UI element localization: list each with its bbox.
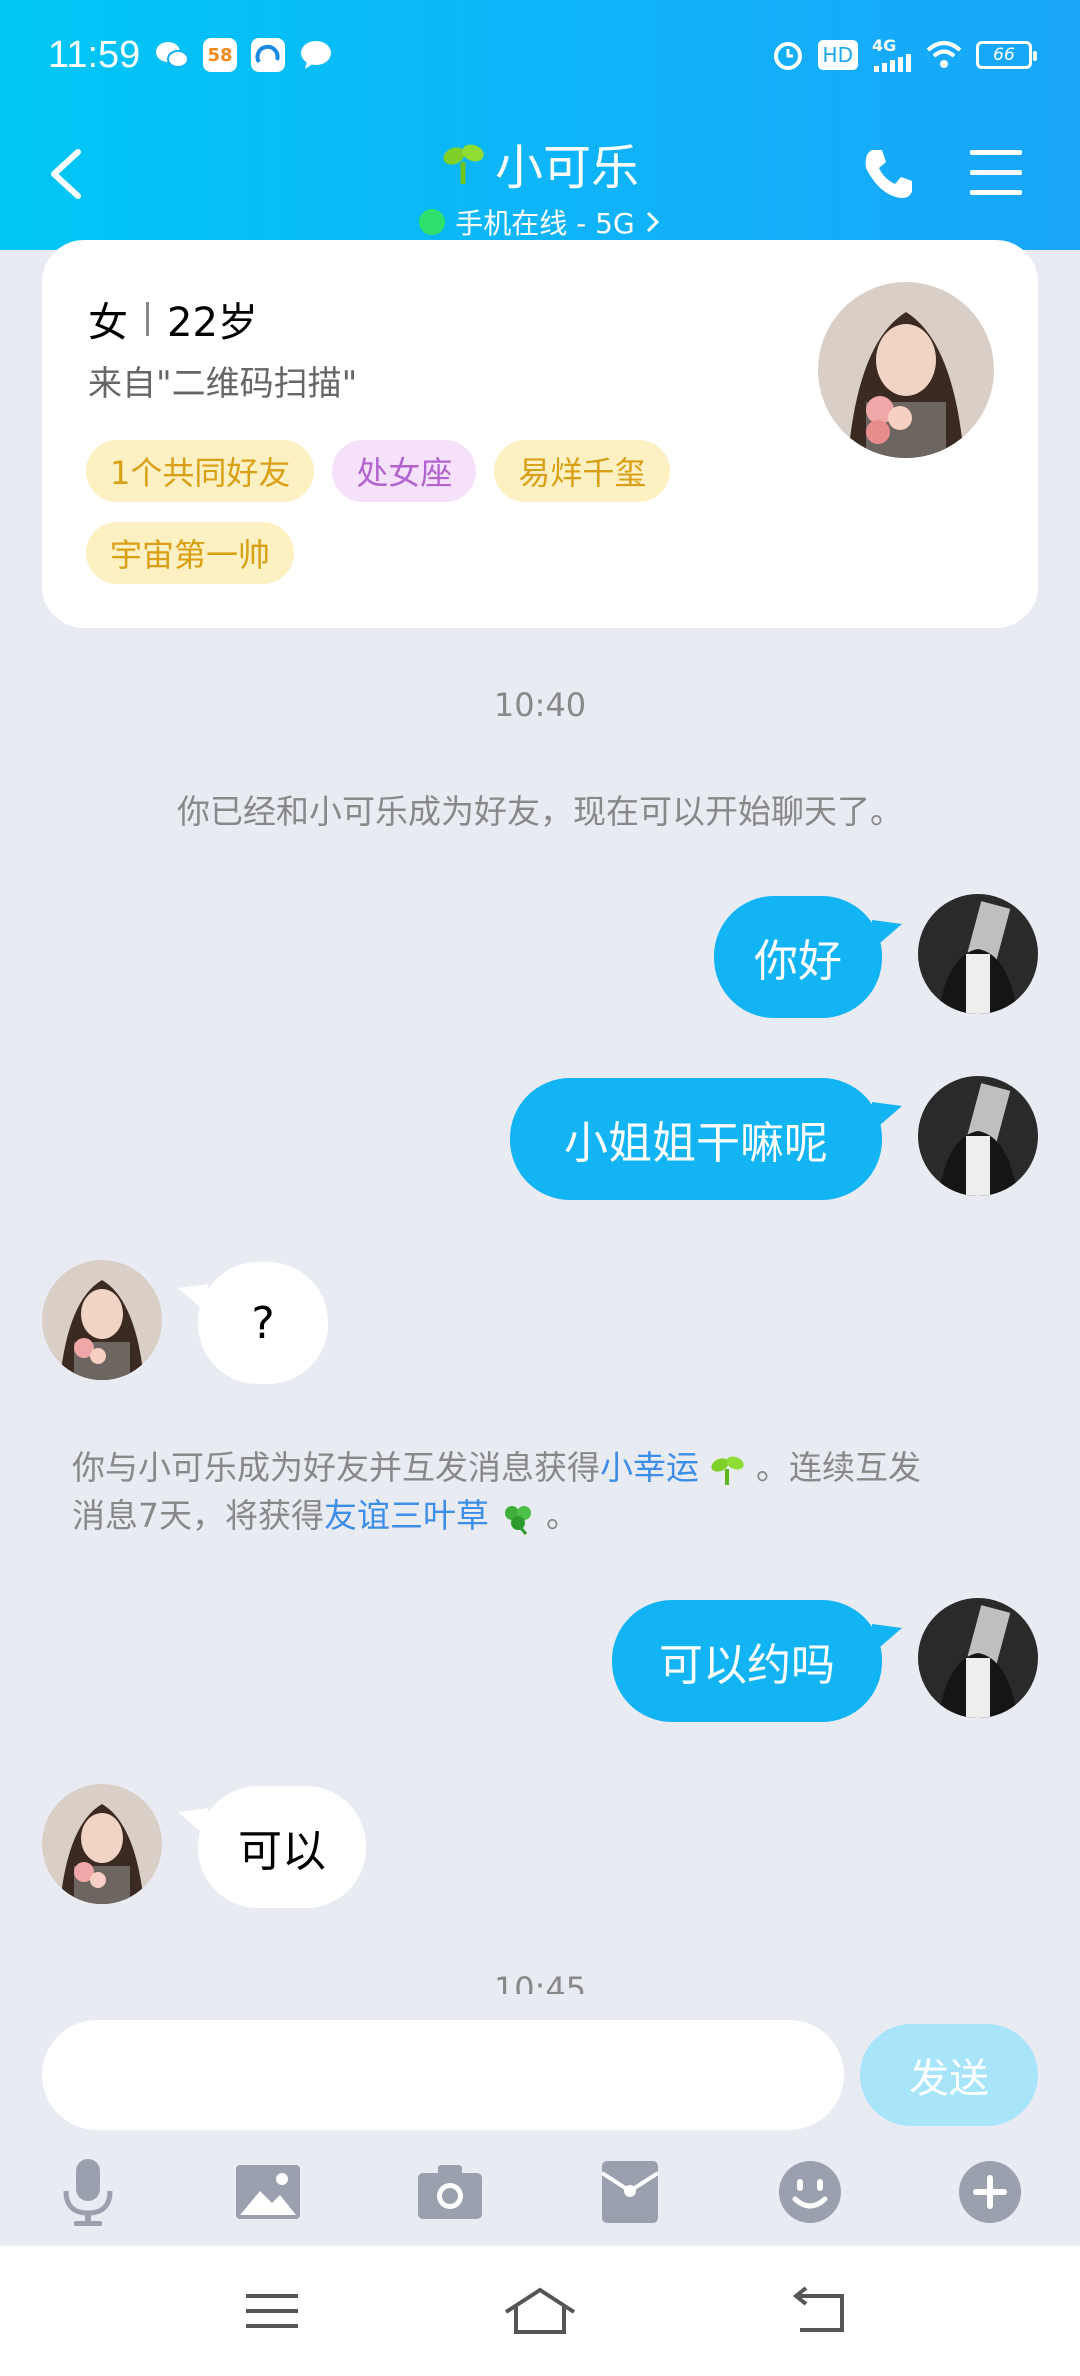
- wifi-icon: [926, 38, 962, 72]
- incoming-message[interactable]: ?: [198, 1262, 328, 1384]
- nav-back-button[interactable]: [782, 2276, 862, 2346]
- input-bar: 发送: [0, 1996, 1080, 2246]
- red-packet-icon: [600, 2161, 660, 2223]
- plus-icon: [959, 2161, 1021, 2223]
- camera-button[interactable]: [410, 2152, 490, 2232]
- lucky-link[interactable]: 小幸运: [600, 1448, 699, 1487]
- bubble-tail: [872, 920, 902, 950]
- contact-avatar[interactable]: [42, 1784, 162, 1904]
- bubble-tail: [872, 1624, 902, 1654]
- system-icons: HD 4G 66: [772, 38, 1037, 72]
- reward-text: 你与小可乐成为好友并互发消息获得: [72, 1448, 600, 1487]
- tag-mutual-friends[interactable]: 1个共同好友: [86, 440, 315, 502]
- alarm-icon: [772, 38, 804, 72]
- reward-text: 消息7天，将获得: [72, 1496, 324, 1535]
- age: 22岁: [167, 300, 258, 346]
- chat-header: 11:59 58 HD 4G 66 小可乐 手机在线 - 5G: [0, 0, 1080, 250]
- nav-menu-button[interactable]: [232, 2276, 312, 2346]
- reward-text: 。连续互发: [756, 1448, 921, 1487]
- tag-interest[interactable]: 易烊千玺: [494, 440, 671, 502]
- gender: 女: [88, 300, 128, 346]
- camera-icon: [418, 2165, 482, 2219]
- image-icon: [236, 2165, 300, 2219]
- chevron-right-icon: [646, 211, 659, 233]
- call-button[interactable]: [860, 146, 916, 202]
- microphone-icon: [63, 2159, 113, 2226]
- sprout-icon: [710, 1456, 744, 1485]
- menu-button[interactable]: [968, 148, 1024, 198]
- voice-button[interactable]: [48, 2152, 128, 2232]
- divider: [146, 302, 149, 336]
- online-status: 手机在线 - 5G: [0, 202, 1080, 242]
- 58-app-label: 58: [207, 44, 233, 66]
- status-bar: 11:59 58 HD 4G 66: [0, 0, 1080, 110]
- system-nav-bar: [0, 2246, 1080, 2376]
- battery-icon: 66: [976, 41, 1037, 69]
- sprout-icon: [443, 144, 484, 184]
- red-packet-button[interactable]: [590, 2152, 670, 2232]
- my-avatar[interactable]: [918, 1076, 1038, 1196]
- home-icon: [504, 2287, 576, 2334]
- emoji-button[interactable]: [770, 2152, 850, 2232]
- system-message-new-friend: 你已经和小可乐成为好友，现在可以开始聊天了。: [177, 792, 903, 831]
- notification-icons: 58: [155, 38, 333, 72]
- system-message-reward: 你与小可乐成为好友并互发消息获得小幸运 。连续互发 消息7天，将获得友谊三叶草 …: [72, 1444, 1012, 1540]
- battery-level: 66: [993, 45, 1015, 65]
- clover-icon: [504, 1505, 531, 1535]
- clover-link[interactable]: 友谊三叶草: [324, 1496, 489, 1535]
- menu-icon: [246, 2294, 298, 2328]
- tag-custom[interactable]: 宇宙第一帅: [86, 522, 295, 584]
- online-status-text: 手机在线 - 5G: [455, 207, 635, 240]
- chat-title-area[interactable]: 小可乐 手机在线 - 5G: [0, 128, 1080, 242]
- network-type: 4G: [872, 36, 897, 55]
- emoji-icon: [779, 2161, 841, 2223]
- more-button[interactable]: [950, 2152, 1030, 2232]
- my-avatar[interactable]: [918, 1598, 1038, 1718]
- tag-zodiac[interactable]: 处女座: [332, 440, 477, 502]
- profile-card[interactable]: 女 22岁 来自"二维码扫描" 1个共同好友 处女座 易烊千玺 宇宙第一帅: [42, 240, 1038, 628]
- bubble-tail: [872, 1102, 902, 1132]
- profile-tags: 1个共同好友 处女座 易烊千玺 宇宙第一帅: [86, 440, 806, 584]
- status-time: 11:59: [48, 34, 141, 76]
- gender-age: 女 22岁: [88, 290, 258, 348]
- outgoing-message[interactable]: 小姐姐干嘛呢: [510, 1078, 882, 1200]
- nav-home-button[interactable]: [500, 2276, 580, 2346]
- hd-badge: HD: [817, 40, 858, 70]
- page-title: 小可乐: [494, 140, 639, 196]
- reward-text: 。: [546, 1496, 579, 1535]
- my-avatar[interactable]: [918, 894, 1038, 1014]
- contact-avatar[interactable]: [818, 282, 994, 458]
- signal-icon: 4G: [872, 38, 912, 72]
- phone-icon: [865, 150, 912, 198]
- friend-source: 来自"二维码扫描": [88, 364, 358, 404]
- outgoing-message[interactable]: 可以约吗: [612, 1600, 882, 1722]
- 58-app-icon: 58: [203, 38, 237, 72]
- online-dot-icon: [419, 209, 446, 235]
- image-button[interactable]: [228, 2152, 308, 2232]
- input-toolbar: [0, 2152, 1080, 2232]
- browser-icon: [251, 38, 285, 72]
- message-icon: [299, 38, 333, 72]
- timestamp: 10:45: [493, 1970, 587, 1994]
- contact-avatar[interactable]: [42, 1260, 162, 1380]
- hamburger-icon: [970, 150, 1022, 195]
- send-button[interactable]: 发送: [860, 2024, 1038, 2126]
- wechat-icon: [155, 38, 189, 72]
- timestamp: 10:40: [493, 686, 587, 724]
- incoming-message[interactable]: 可以: [198, 1786, 366, 1908]
- outgoing-message[interactable]: 你好: [714, 896, 882, 1018]
- back-icon: [792, 2286, 844, 2332]
- message-input[interactable]: [42, 2020, 844, 2130]
